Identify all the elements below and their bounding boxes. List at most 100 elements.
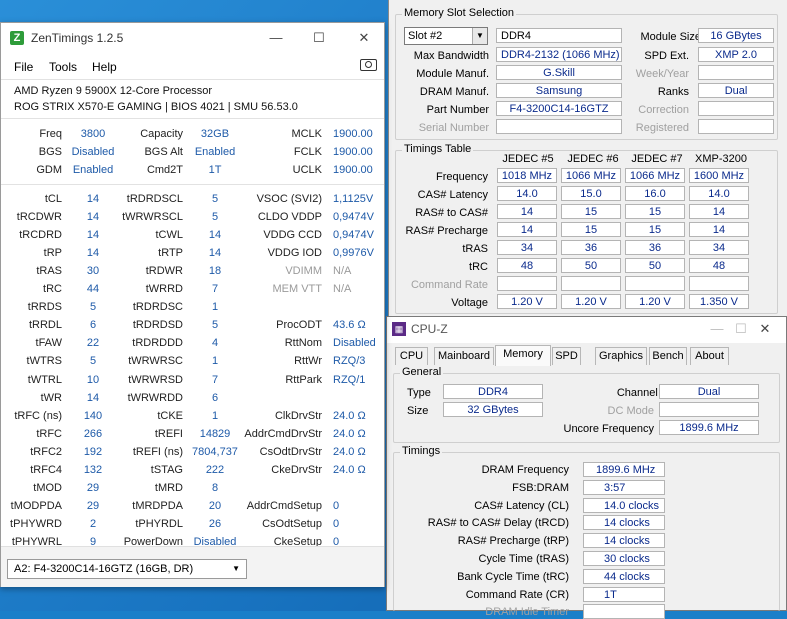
row-value: Enabled: [72, 164, 114, 176]
timing-cell: 1600 MHz: [689, 168, 749, 183]
menu-tools[interactable]: Tools: [49, 60, 77, 74]
dimm-select[interactable]: A2: F4-3200C14-16GTZ (16GB, DR) ▼: [7, 559, 247, 579]
timing-cell: 48: [689, 258, 749, 273]
row-value: 192: [83, 445, 103, 458]
tab-spd[interactable]: SPD: [552, 347, 581, 365]
minimize-icon[interactable]: —: [265, 29, 287, 47]
row-value: 14: [86, 211, 100, 224]
dram-manuf-label: DRAM Manuf.: [419, 86, 489, 98]
menu-file[interactable]: File: [14, 60, 33, 74]
row-value: Enabled: [194, 146, 236, 158]
cpuz-logo-icon: ▦: [392, 322, 406, 336]
row-label: tSTAG: [150, 463, 183, 476]
row-value: 29: [86, 499, 100, 512]
row-label: tCWL: [155, 229, 184, 242]
row-value: 26: [208, 517, 222, 530]
chevron-down-icon[interactable]: ▼: [472, 28, 487, 44]
cpuz-spd-window: Memory Slot Selection Slot #2 ▼ DDR4 Mod…: [388, 0, 787, 330]
row-value: 6: [211, 391, 219, 404]
maximize-icon[interactable]: ☐: [730, 320, 752, 338]
close-icon[interactable]: ✕: [754, 320, 776, 338]
module-size-label: Module Size: [640, 31, 701, 43]
row-value: 7: [211, 283, 219, 296]
timing-cell: 34: [497, 240, 557, 255]
uncore-frequency-label: Uncore Frequency: [563, 423, 655, 435]
correction-label: Correction: [638, 104, 689, 116]
row-value: 1900.00: [333, 146, 373, 158]
timing-cell: 34: [689, 240, 749, 255]
tab-cpu[interactable]: CPU: [395, 347, 428, 365]
row-value: 24.0 Ω: [333, 409, 366, 422]
row-value: 14: [86, 229, 100, 242]
timing-cell: 1.20 V: [497, 294, 557, 309]
row-label: tREFI: [154, 427, 183, 440]
row-label: tMRDPDA: [132, 499, 183, 512]
menu-help[interactable]: Help: [92, 60, 117, 74]
timing-label: Bank Cycle Time (tRC): [457, 570, 569, 583]
title-bar: ▦ CPU-Z — ☐ ✕: [387, 317, 786, 343]
tab-bench[interactable]: Bench: [649, 347, 687, 365]
tab-about[interactable]: About: [690, 347, 729, 365]
group-title: Timings: [400, 445, 443, 457]
row-label: tCKE: [157, 409, 183, 422]
serial-number-field: [496, 119, 622, 134]
serial-number-label: Serial Number: [418, 122, 489, 134]
tab-graphics[interactable]: Graphics: [595, 347, 647, 365]
ranks-field: Dual: [698, 83, 774, 98]
row-label: AddrCmdDrvStr: [244, 427, 322, 440]
row-label: RttWr: [294, 355, 322, 368]
row-label: Capacity: [140, 128, 183, 140]
type-field: DDR4: [443, 384, 543, 399]
row-value: 0,9474V: [333, 229, 374, 242]
row-label: tCL: [44, 193, 62, 205]
correction-field: [698, 101, 774, 116]
row-value: 5: [89, 301, 97, 314]
module-manuf-label: Module Manuf.: [416, 68, 489, 80]
row-value: Disabled: [333, 337, 376, 350]
camera-icon[interactable]: [360, 59, 377, 71]
row-value: 14: [86, 391, 100, 404]
row-label: VSOC (SVI2): [256, 193, 322, 205]
board-info: ROG STRIX X570-E GAMING | BIOS 4021 | SM…: [14, 101, 298, 113]
dc-mode-label: DC Mode: [607, 405, 654, 417]
row-label: tPHYWRD: [10, 517, 62, 530]
timing-cell: [561, 276, 621, 291]
minimize-icon[interactable]: —: [706, 320, 728, 338]
row-label: tRP: [43, 247, 62, 260]
row-label: ClkDrvStr: [274, 409, 322, 422]
row-value: N/A: [333, 283, 352, 296]
row-label: tRCDWR: [16, 211, 62, 224]
close-icon[interactable]: ✕: [353, 29, 375, 47]
timing-cell: 1.20 V: [625, 294, 685, 309]
tab-memory[interactable]: Memory: [495, 345, 551, 366]
maximize-icon[interactable]: ☐: [308, 29, 330, 47]
row-value: 14: [208, 247, 222, 260]
group-title: General: [400, 366, 444, 378]
timing-cell: 16.0: [625, 186, 685, 201]
slot-select[interactable]: Slot #2 ▼: [404, 27, 488, 45]
row-value: 0,9474V: [333, 211, 374, 224]
row-label: tRTP: [158, 247, 183, 260]
timing-row-label: Command Rate: [410, 279, 488, 291]
title-bar: Z ZenTimings 1.2.5 — ☐ ✕: [1, 23, 384, 53]
row-value: 6: [89, 319, 97, 332]
row-value: 7804,737: [192, 445, 238, 458]
timing-label: Cycle Time (tRAS): [478, 553, 569, 565]
timing-cell: 14.0: [689, 186, 749, 201]
uncore-frequency-field: 1899.6 MHz: [659, 420, 759, 435]
cpu-name: AMD Ryzen 9 5900X 12-Core Processor: [14, 85, 213, 97]
chevron-down-icon[interactable]: ▼: [232, 560, 240, 578]
timing-value: 3:57: [583, 479, 665, 495]
timing-value: 44 clocks: [583, 568, 665, 584]
row-label: tWRWRSD: [128, 373, 183, 386]
column-header: XMP-3200: [695, 153, 747, 165]
row-value: 30: [86, 265, 100, 278]
timing-cell: [497, 276, 557, 291]
row-value: 2: [89, 517, 97, 530]
timing-row-label: tRAS: [462, 243, 488, 255]
row-label: Cmd2T: [146, 164, 183, 176]
row-label: BGS Alt: [144, 146, 183, 158]
tab-mainboard[interactable]: Mainboard: [434, 347, 494, 365]
row-value: 0: [333, 517, 340, 530]
registered-field: [698, 119, 774, 134]
